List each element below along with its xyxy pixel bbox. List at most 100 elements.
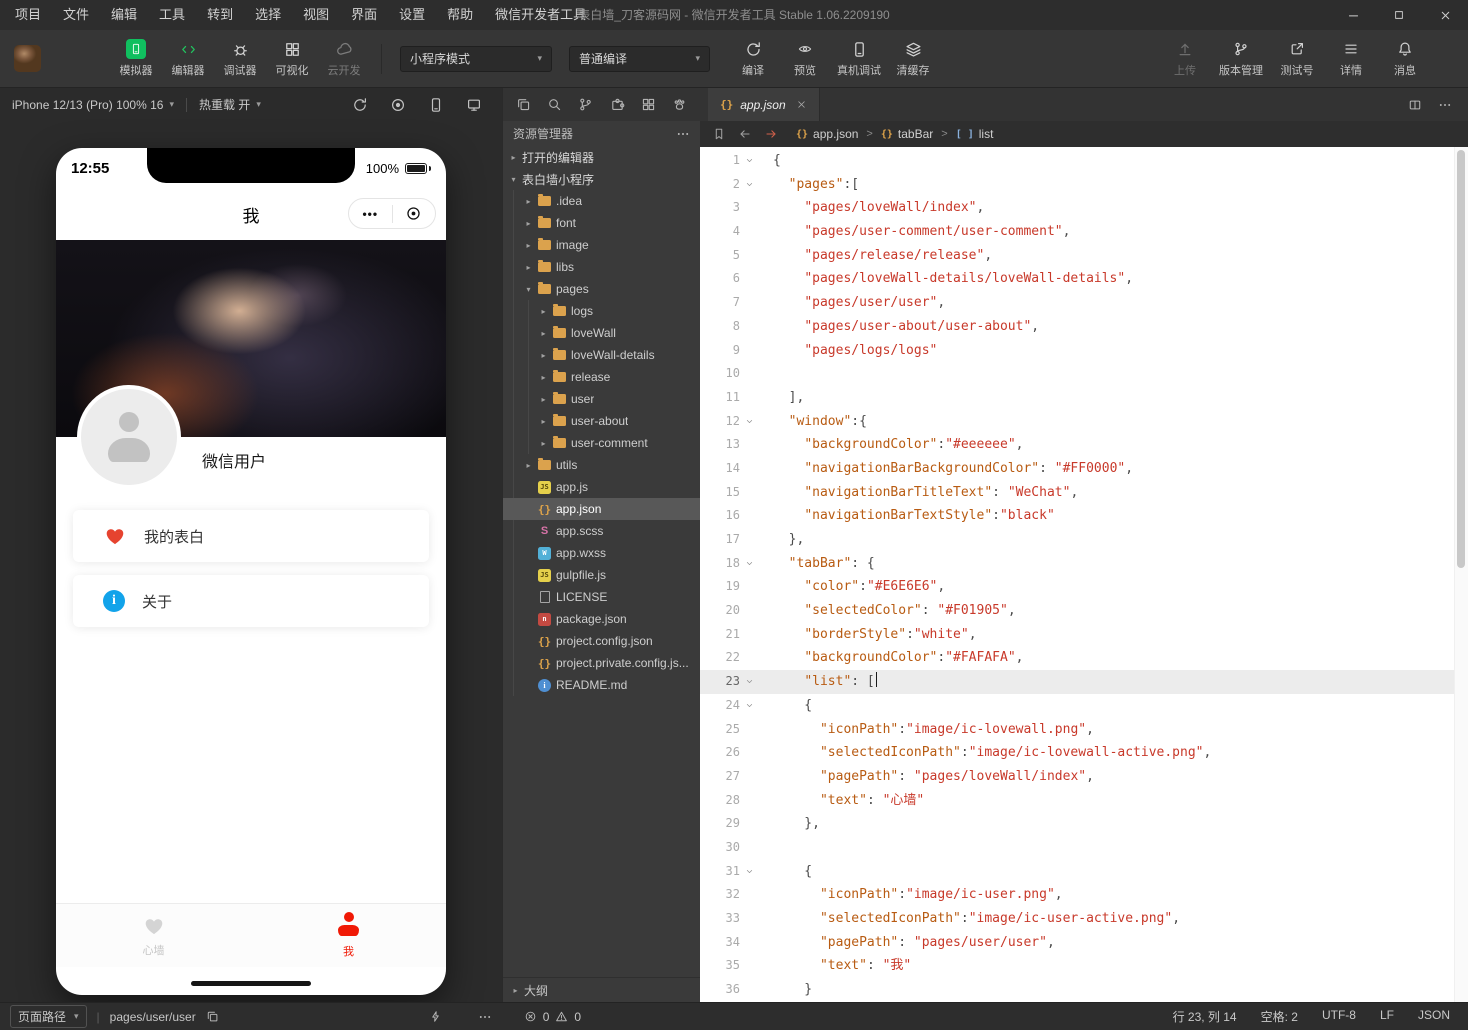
code-line[interactable]: 3 "pages/loveWall/index",: [700, 196, 1454, 220]
code-line[interactable]: 8 "pages/user-about/user-about",: [700, 315, 1454, 339]
code-line[interactable]: 36 }: [700, 978, 1454, 1002]
remote-debug-button[interactable]: 真机调试: [834, 35, 884, 83]
device-select[interactable]: iPhone 12/13 (Pro) 100% 16 ▾: [12, 98, 174, 112]
compile-select[interactable]: 普通编译 ▾: [569, 46, 710, 72]
menu-item[interactable]: 帮助: [436, 0, 484, 30]
code-line[interactable]: 22 "backgroundColor":"#FAFAFA",: [700, 646, 1454, 670]
search-icon[interactable]: [547, 97, 562, 112]
navigate-back-icon[interactable]: [738, 127, 752, 141]
record-icon[interactable]: [390, 97, 406, 113]
version-control-button[interactable]: 版本管理: [1216, 35, 1266, 83]
editor-button[interactable]: 编辑器: [165, 35, 211, 83]
folder-item[interactable]: ▸user: [503, 388, 700, 410]
code-line[interactable]: 18 "tabBar": {: [700, 552, 1454, 576]
messages-button[interactable]: 消息: [1382, 35, 1428, 83]
file-item[interactable]: LICENSE: [503, 586, 700, 608]
folder-item[interactable]: ▸image: [503, 234, 700, 256]
screen-icon[interactable]: [466, 97, 482, 113]
debugger-button[interactable]: 调试器: [217, 35, 263, 83]
file-item[interactable]: {}project.config.json: [503, 630, 700, 652]
navigate-forward-icon[interactable]: [764, 127, 778, 141]
encoding[interactable]: UTF-8: [1322, 1008, 1356, 1025]
statusbar-more-icon[interactable]: [478, 1010, 492, 1024]
menu-item[interactable]: 文件: [52, 0, 100, 30]
breadcrumb-item[interactable]: [ ]list: [956, 127, 994, 141]
visual-button[interactable]: 可视化: [269, 35, 315, 83]
preview-button[interactable]: 预览: [782, 35, 828, 83]
code-line[interactable]: 34 "pagePath": "pages/user/user",: [700, 931, 1454, 955]
fold-toggle-icon[interactable]: [740, 173, 759, 197]
folder-item[interactable]: ▸loveWall: [503, 322, 700, 344]
exit-miniprogram-icon[interactable]: [393, 205, 436, 222]
code-line[interactable]: 33 "selectedIconPath":"image/ic-user-act…: [700, 907, 1454, 931]
file-item[interactable]: Sapp.scss: [503, 520, 700, 542]
code-line[interactable]: 28 "text": "心墙": [700, 789, 1454, 813]
menu-item[interactable]: 工具: [148, 0, 196, 30]
code-line[interactable]: 12 "window":{: [700, 410, 1454, 434]
code-line[interactable]: 24 {: [700, 694, 1454, 718]
code-line[interactable]: 6 "pages/loveWall-details/loveWall-detai…: [700, 267, 1454, 291]
folder-item[interactable]: ▸user-about: [503, 410, 700, 432]
breadcrumb-item[interactable]: {}tabBar: [881, 127, 933, 141]
folder-item[interactable]: ▸release: [503, 366, 700, 388]
outline-section[interactable]: ▸ 大纲: [503, 977, 700, 1002]
file-item[interactable]: npackage.json: [503, 608, 700, 630]
cursor-position[interactable]: 行 23, 列 14: [1173, 1008, 1237, 1025]
minimize-button[interactable]: [1330, 0, 1376, 30]
folder-item[interactable]: ▸loveWall-details: [503, 344, 700, 366]
code-line[interactable]: 5 "pages/release/release",: [700, 244, 1454, 268]
code-line[interactable]: 19 "color":"#E6E6E6",: [700, 575, 1454, 599]
tab-me[interactable]: 我: [251, 904, 446, 967]
eol[interactable]: LF: [1380, 1008, 1394, 1025]
file-item[interactable]: iREADME.md: [503, 674, 700, 696]
file-item[interactable]: {}project.private.config.js...: [503, 652, 700, 674]
problems-indicator[interactable]: 0 0: [524, 1010, 581, 1024]
fold-toggle-icon[interactable]: [740, 694, 759, 718]
copy-path-icon[interactable]: [206, 1010, 219, 1023]
code-line[interactable]: 15 "navigationBarTitleText": "WeChat",: [700, 481, 1454, 505]
close-tab-icon[interactable]: [796, 99, 807, 110]
source-control-icon[interactable]: [578, 97, 593, 112]
fold-toggle-icon[interactable]: [740, 860, 759, 884]
code-line[interactable]: 2 "pages":[: [700, 173, 1454, 197]
language-mode[interactable]: JSON: [1418, 1008, 1450, 1025]
file-item[interactable]: Wapp.wxss: [503, 542, 700, 564]
code-line[interactable]: 17 },: [700, 528, 1454, 552]
menu-item[interactable]: 编辑: [100, 0, 148, 30]
cloud-dev-button[interactable]: 云开发: [321, 35, 367, 83]
plugins-icon[interactable]: [610, 97, 625, 112]
close-button[interactable]: [1422, 0, 1468, 30]
folder-item[interactable]: ▸logs: [503, 300, 700, 322]
files-icon[interactable]: [516, 97, 531, 112]
menu-item[interactable]: 选择: [244, 0, 292, 30]
tree-section[interactable]: ▸打开的编辑器: [503, 146, 700, 168]
test-account-button[interactable]: 测试号: [1274, 35, 1320, 83]
code-line[interactable]: 21 "borderStyle":"white",: [700, 623, 1454, 647]
tab-app-json[interactable]: {} app.json: [708, 88, 820, 121]
menu-item[interactable]: 转到: [196, 0, 244, 30]
code-line[interactable]: 9 "pages/logs/logs": [700, 339, 1454, 363]
widgets-icon[interactable]: [641, 97, 656, 112]
code-line[interactable]: 4 "pages/user-comment/user-comment",: [700, 220, 1454, 244]
fold-toggle-icon[interactable]: [740, 670, 759, 694]
file-item[interactable]: {}app.json: [503, 498, 700, 520]
folder-item[interactable]: ▸font: [503, 212, 700, 234]
fold-toggle-icon[interactable]: [740, 552, 759, 576]
indentation[interactable]: 空格: 2: [1261, 1008, 1298, 1025]
code-line[interactable]: 20 "selectedColor": "#F01905",: [700, 599, 1454, 623]
menu-item[interactable]: 设置: [388, 0, 436, 30]
fold-toggle-icon[interactable]: [740, 410, 759, 434]
details-button[interactable]: 详情: [1328, 35, 1374, 83]
clear-cache-button[interactable]: 清缓存: [890, 35, 936, 83]
code-editor[interactable]: 1{2 "pages":[3 "pages/loveWall/index",4 …: [700, 147, 1468, 1002]
code-line[interactable]: 32 "iconPath":"image/ic-user.png",: [700, 883, 1454, 907]
menu-item[interactable]: 项目: [4, 0, 52, 30]
code-line[interactable]: 27 "pagePath": "pages/loveWall/index",: [700, 765, 1454, 789]
file-item[interactable]: JSapp.js: [503, 476, 700, 498]
simulator-button[interactable]: 模拟器: [113, 35, 159, 83]
code-line[interactable]: 1{: [700, 149, 1454, 173]
code-line[interactable]: 25 "iconPath":"image/ic-lovewall.png",: [700, 718, 1454, 742]
scrollbar-thumb[interactable]: [1457, 150, 1465, 568]
more-menu-icon[interactable]: •••: [349, 207, 392, 221]
code-line[interactable]: 14 "navigationBarBackgroundColor": "#FF0…: [700, 457, 1454, 481]
